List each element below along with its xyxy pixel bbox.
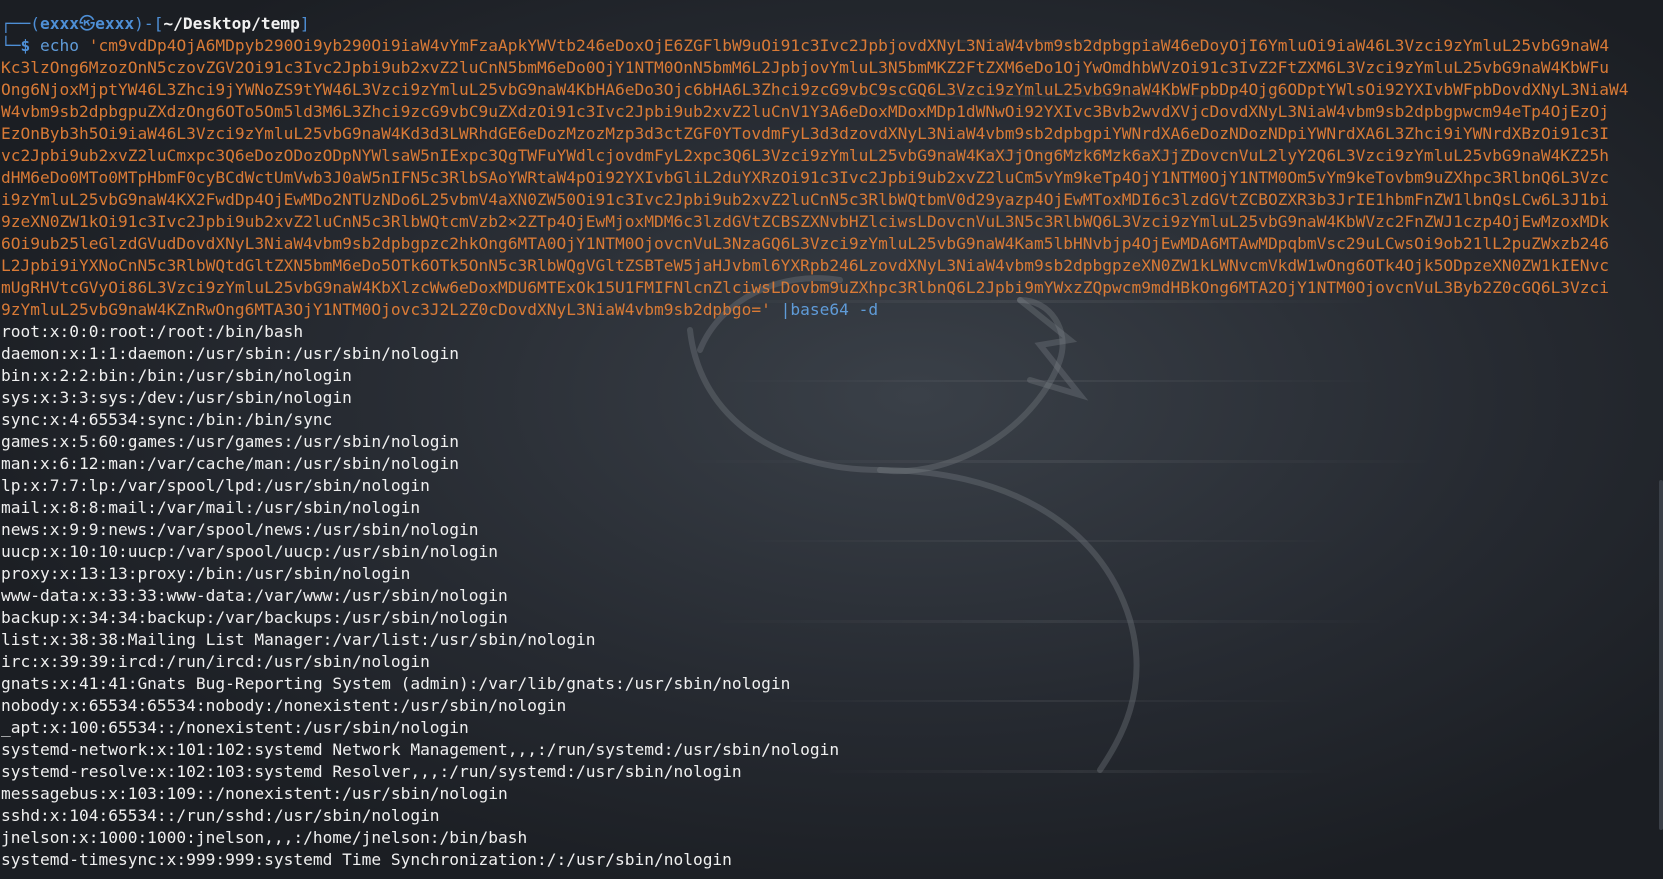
base64-string-line: vc2Jpbi9ub2xvZ2luCmxpc3Q6eDozODozODpNYWl… [1, 146, 1610, 165]
command-line[interactable]: └─$ echo 'cm9vdDp4OjA6MDpyb290Oi9yb290Oi… [1, 35, 1609, 57]
output-line: games:x:5:60:games:/usr/games:/usr/sbin/… [1, 432, 460, 451]
base64-string-line: mUgRHVtcGVyOi86L3Vzci9zYmluL25vbG9naW4Kb… [1, 278, 1610, 297]
command-pipe-base64: |base64 [780, 300, 849, 319]
output-line: systemd-resolve:x:102:103:systemd Resolv… [1, 762, 742, 781]
output-line: lp:x:7:7:lp:/var/spool/lpd:/usr/sbin/nol… [1, 476, 430, 495]
output-line: gnats:x:41:41:Gnats Bug-Reporting System… [1, 674, 791, 693]
prompt-host: exxx [95, 14, 135, 33]
output-line: messagebus:x:103:109::/nonexistent:/usr/… [1, 784, 508, 803]
command-echo: echo [40, 36, 79, 55]
base64-string-line: W4vbm9sb2dpbgpuZXdzOng6OTo5Om5ld3M6L3Zhc… [1, 102, 1610, 121]
base64-string-line: L2Jpbi9iYXNoCnN5c3RlbWQtdGltZXN5bmM6eDo5… [1, 256, 1610, 275]
output-line: daemon:x:1:1:daemon:/usr/sbin:/usr/sbin/… [1, 344, 460, 363]
terminal-window[interactable]: ┌──(exxx㉿exxx)-[~/Desktop/temp] └─$ echo… [0, 0, 1663, 879]
output-line: uucp:x:10:10:uucp:/var/spool/uucp:/usr/s… [1, 542, 499, 561]
output-line: nobody:x:65534:65534:nobody:/nonexistent… [1, 696, 567, 715]
prompt-at-symbol: ㉿ [78, 14, 96, 33]
output-line: bin:x:2:2:bin:/bin:/usr/sbin/nologin [1, 366, 352, 385]
output-line: list:x:38:38:Mailing List Manager:/var/l… [1, 630, 596, 649]
output-line: sys:x:3:3:sys:/dev:/usr/sbin/nologin [1, 388, 352, 407]
base64-string-line: Ong6NjoxMjptYW46L3Zhci9jYWNoZS9tYW46L3Vz… [1, 80, 1629, 99]
command-flag-decode: -d [858, 300, 879, 319]
prompt-user: exxx [39, 14, 79, 33]
terminal-scrollbar[interactable] [1659, 0, 1663, 879]
prompt-corner-top: ┌──( [1, 14, 40, 33]
output-line: proxy:x:13:13:proxy:/bin:/usr/sbin/nolog… [1, 564, 411, 583]
base64-string-line: i9zYmluL25vbG9naW4KX2FwdDp4OjEwMDo2NTUzN… [1, 190, 1610, 209]
base64-string-line: 9zYmluL25vbG9naW4KZnRwOng6MTA3OjY1NTM0Oj… [1, 300, 771, 319]
output-line: irc:x:39:39:ircd:/run/ircd:/usr/sbin/nol… [1, 652, 430, 671]
output-line: root:x:0:0:root:/root:/bin/bash [1, 322, 304, 341]
prompt-dollar: $ [20, 36, 31, 55]
base64-string-line: Kc3lzOng6MzozOnN5czovZGV2Oi91c3Ivc2Jpbi9… [1, 58, 1610, 77]
output-line: backup:x:34:34:backup:/var/backups:/usr/… [1, 608, 508, 627]
output-line: _apt:x:100:65534::/nonexistent:/usr/sbin… [1, 718, 469, 737]
base64-string-line: 9zeXN0ZW1kOi91c3Ivc2Jpbi9ub2xvZ2luCnN5c3… [1, 212, 1610, 231]
prompt-mid: )-[ [134, 14, 164, 33]
base64-string-last-line: 9zYmluL25vbG9naW4KZnRwOng6MTA3OjY1NTM0Oj… [1, 299, 878, 321]
output-line: sync:x:4:65534:sync:/bin:/bin/sync [1, 410, 333, 429]
prompt-end-bracket: ] [299, 14, 310, 33]
base64-string-line: EzOnByb3h5Oi9iaW46L3Vzci9zYmluL25vbG9naW… [1, 124, 1610, 143]
output-line: news:x:9:9:news:/var/spool/news:/usr/sbi… [1, 520, 479, 539]
prompt-cwd: ~/Desktop/temp [163, 14, 300, 33]
output-line: sshd:x:104:65534::/run/sshd:/usr/sbin/no… [1, 806, 440, 825]
output-line: systemd-timesync:x:999:999:systemd Time … [1, 850, 732, 869]
output-line: www-data:x:33:33:www-data:/var/www:/usr/… [1, 586, 508, 605]
output-line: systemd-network:x:101:102:systemd Networ… [1, 740, 840, 759]
base64-string-line: 6Oi9ub25leGlzdGVudDovdXNyL3NiaW4vbm9sb2d… [1, 234, 1610, 253]
prompt-line-top: ┌──(exxx㉿exxx)-[~/Desktop/temp] [1, 13, 310, 35]
prompt-corner-bottom: └─ [1, 36, 21, 55]
base64-string-line: dHM6eDo0MTo0MTpHbmF0cyBCdWctUmVwb3J0aW5n… [1, 168, 1610, 187]
output-line: mail:x:8:8:mail:/var/mail:/usr/sbin/nolo… [1, 498, 421, 517]
output-line: man:x:6:12:man:/var/cache/man:/usr/sbin/… [1, 454, 460, 473]
output-line: jnelson:x:1000:1000:jnelson,,,:/home/jne… [1, 828, 528, 847]
scrollbar-thumb[interactable] [1659, 480, 1663, 830]
base64-string-line: 'cm9vdDp4OjA6MDpyb290Oi9yb290Oi9iaW4vYmF… [88, 36, 1610, 55]
